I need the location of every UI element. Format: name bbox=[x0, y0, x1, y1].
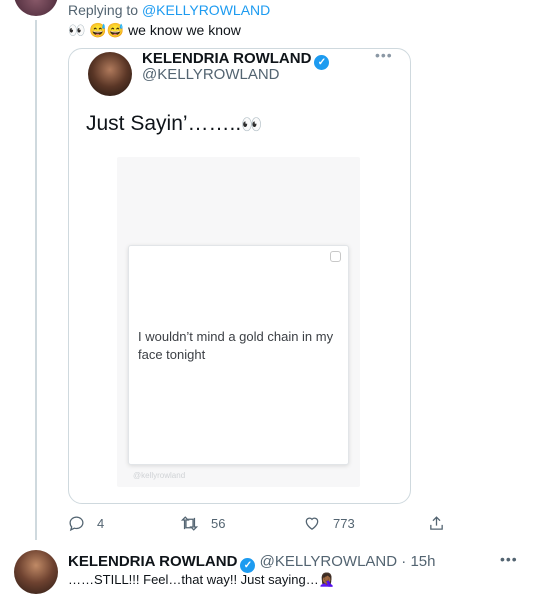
thread-line bbox=[35, 20, 37, 540]
verified-badge-icon: ✓ bbox=[314, 55, 330, 70]
reply-count: 4 bbox=[97, 516, 105, 531]
tweet-text: 👀 😅😅 we know we know bbox=[68, 22, 241, 38]
verified-badge-icon: ✓ bbox=[240, 558, 256, 573]
quoted-tweet-avatar[interactable] bbox=[88, 52, 132, 96]
retweet-button[interactable]: 56 bbox=[180, 515, 225, 532]
retweet-count: 56 bbox=[211, 516, 226, 531]
quoted-tweet-handle[interactable]: @KELLYROWLAND bbox=[142, 66, 279, 83]
eyes-emoji: 👀 bbox=[241, 115, 263, 134]
note-corner-icon bbox=[330, 251, 341, 262]
avatar[interactable] bbox=[14, 0, 58, 16]
like-button[interactable]: 773 bbox=[303, 515, 355, 532]
tweet-author-handle[interactable]: @KELLYROWLAND bbox=[260, 553, 397, 570]
reply-button[interactable]: 4 bbox=[68, 515, 104, 532]
heart-icon bbox=[305, 517, 319, 530]
tweet-timestamp[interactable]: 15h bbox=[410, 553, 435, 570]
more-options-icon[interactable]: ••• bbox=[375, 47, 393, 63]
share-icon bbox=[430, 516, 443, 530]
quoted-tweet-text: Just Sayin’……..👀 bbox=[86, 112, 262, 136]
replying-to-handle-link[interactable]: @KELLYROWLAND bbox=[142, 2, 270, 18]
tweet-author-name[interactable]: KELENDRIA ROWLAND bbox=[68, 553, 237, 570]
replying-to-label: Replying to bbox=[68, 2, 142, 18]
share-button[interactable] bbox=[428, 515, 457, 532]
quoted-tweet-text-body: Just Sayin’…….. bbox=[86, 112, 242, 135]
replying-to: Replying to @KELLYROWLAND bbox=[68, 2, 270, 18]
note-text: I wouldn’t mind a gold chain in my face … bbox=[138, 329, 334, 362]
retweet-icon bbox=[180, 516, 199, 531]
avatar[interactable] bbox=[14, 550, 58, 594]
note-footer: @kellyrowland bbox=[133, 471, 186, 480]
reply-icon bbox=[69, 516, 84, 532]
tweet-text: ……STILL!!! Feel…that way!! Just saying…🤦… bbox=[68, 572, 335, 587]
quoted-tweet-name-text[interactable]: KELENDRIA ROWLAND bbox=[142, 50, 311, 67]
more-options-icon[interactable]: ••• bbox=[500, 551, 518, 567]
like-count: 773 bbox=[333, 516, 355, 531]
meta-separator: · bbox=[397, 553, 411, 570]
tweet-header: KELENDRIA ROWLAND ✓ @KELLYROWLAND · 15h bbox=[68, 553, 435, 573]
